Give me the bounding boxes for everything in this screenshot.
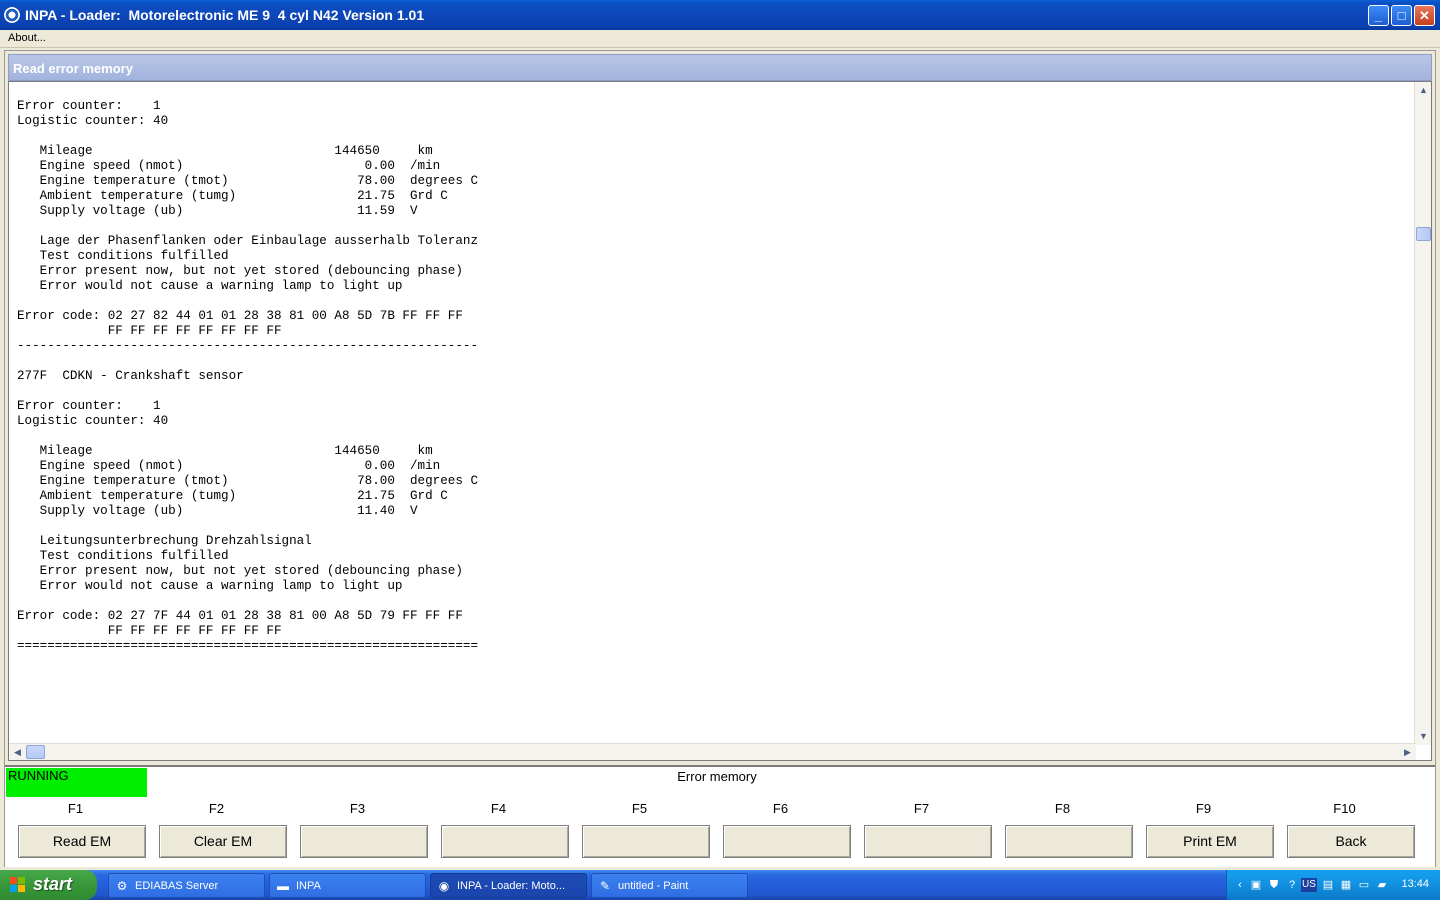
function-key-label: F5 — [631, 801, 648, 816]
paint-icon: ✎ — [599, 879, 611, 893]
function-key-label: F6 — [772, 801, 789, 816]
f8-empty-button[interactable] — [1005, 825, 1133, 858]
function-key-f8: F8 — [992, 797, 1133, 867]
main-panel: Read error memory Error counter: 1 Logis… — [4, 50, 1436, 867]
minimize-button[interactable]: _ — [1368, 5, 1389, 26]
back-button[interactable]: Back — [1287, 825, 1415, 858]
clear-em-button[interactable]: Clear EM — [159, 825, 287, 858]
taskbar-item-label: EDIABAS Server — [135, 880, 219, 892]
f6-empty-button[interactable] — [723, 825, 851, 858]
function-key-label: F10 — [1333, 801, 1356, 816]
horizontal-scroll-thumb[interactable] — [26, 745, 45, 759]
system-tray: ‹ ▣ ⛊ ? US ▤ ▦ ▭ ▰ 13:44 — [1226, 870, 1440, 900]
f3-empty-button[interactable] — [300, 825, 428, 858]
window-title: INPA - Loader: Motorelectronic ME 9 4 cy… — [25, 7, 425, 23]
function-key-f9: F9 Print EM — [1133, 797, 1274, 867]
taskbar-item[interactable]: ▬ INPA — [269, 873, 426, 898]
scroll-up-icon[interactable]: ▲ — [1416, 83, 1431, 98]
status-title: Error memory — [677, 769, 757, 784]
start-button[interactable]: start — [0, 870, 97, 900]
battery-icon[interactable]: ▰ — [1375, 878, 1389, 892]
function-key-label: F7 — [913, 801, 930, 816]
windows-logo-icon — [10, 877, 27, 893]
function-key-label: F8 — [1054, 801, 1071, 816]
print-em-button[interactable]: Print EM — [1146, 825, 1274, 858]
vertical-scroll-thumb[interactable] — [1416, 227, 1431, 241]
device-icon[interactable]: ▦ — [1339, 878, 1353, 892]
menu-bar: About... — [0, 30, 1440, 48]
function-key-label: F4 — [490, 801, 507, 816]
function-key-label: F3 — [349, 801, 366, 816]
error-memory-output: Error counter: 1 Logistic counter: 40 Mi… — [17, 99, 479, 653]
function-key-f2: F2 Clear EM — [146, 797, 287, 867]
function-key-f1: F1 Read EM — [5, 797, 146, 867]
horizontal-scrollbar[interactable]: ◀ ▶ — [9, 743, 1416, 760]
function-key-label: F2 — [208, 801, 225, 816]
vertical-scrollbar[interactable]: ▲ ▼ — [1414, 82, 1431, 745]
security-icon[interactable]: ⛊ — [1267, 878, 1281, 892]
taskbar-item[interactable]: ⚙ EDIABAS Server — [108, 873, 265, 898]
function-key-f6: F6 — [710, 797, 851, 867]
ediabas-icon: ⚙ — [116, 879, 128, 893]
maximize-button[interactable]: □ — [1391, 5, 1412, 26]
network-icon[interactable]: ▣ — [1249, 878, 1263, 892]
menu-about[interactable]: About... — [8, 32, 46, 44]
taskbar-item-label: INPA - Loader: Moto... — [457, 880, 566, 892]
window-titlebar[interactable]: INPA - Loader: Motorelectronic ME 9 4 cy… — [0, 0, 1440, 30]
taskbar-item-label: untitled - Paint — [618, 880, 689, 892]
f7-empty-button[interactable] — [864, 825, 992, 858]
panel-title: Read error memory — [13, 61, 133, 76]
tray-clock[interactable]: 13:44 — [1401, 878, 1429, 890]
scroll-down-icon[interactable]: ▼ — [1416, 729, 1431, 744]
function-key-label: F1 — [67, 801, 84, 816]
folder-icon: ▬ — [277, 879, 289, 893]
f4-empty-button[interactable] — [441, 825, 569, 858]
monitor-icon[interactable]: ▭ — [1357, 878, 1371, 892]
function-key-bar: F1 Read EM F2 Clear EM F3 F4 F5 F6 F7 F8 F9 Print E… — [5, 797, 1435, 867]
scroll-left-icon[interactable]: ◀ — [10, 745, 25, 760]
function-key-f4: F4 — [428, 797, 569, 867]
function-key-f3: F3 — [287, 797, 428, 867]
taskbar-item-label: INPA — [296, 880, 321, 892]
output-text-area[interactable]: Error counter: 1 Logistic counter: 40 Mi… — [8, 81, 1432, 761]
help-icon[interactable]: ? — [1285, 878, 1299, 892]
f5-empty-button[interactable] — [582, 825, 710, 858]
bmw-logo-icon — [4, 7, 20, 23]
read-em-button[interactable]: Read EM — [18, 825, 146, 858]
scroll-right-icon[interactable]: ▶ — [1400, 745, 1415, 760]
language-indicator[interactable]: US — [1301, 878, 1317, 892]
panel-header: Read error memory — [8, 54, 1432, 81]
status-row: RUNNING Error memory — [5, 765, 1435, 798]
taskbar-item[interactable]: ◉ INPA - Loader: Moto... — [430, 873, 587, 898]
start-label: start — [33, 874, 73, 894]
taskbar: start ⚙ EDIABAS Server ▬ INPA ◉ INPA - Loader… — [0, 870, 1440, 900]
function-key-f10: F10 Back — [1274, 797, 1415, 867]
function-key-label: F9 — [1195, 801, 1212, 816]
tray-expand-icon[interactable]: ‹ — [1233, 878, 1247, 892]
bluetooth-icon[interactable]: ▤ — [1321, 878, 1335, 892]
taskbar-item[interactable]: ✎ untitled - Paint — [591, 873, 748, 898]
function-key-f5: F5 — [569, 797, 710, 867]
bmw-icon: ◉ — [438, 879, 450, 893]
function-key-f7: F7 — [851, 797, 992, 867]
close-button[interactable]: ✕ — [1414, 5, 1435, 26]
